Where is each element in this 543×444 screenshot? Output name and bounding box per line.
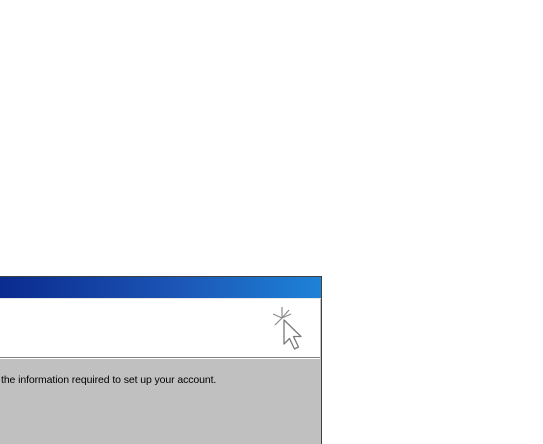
setup-wizard-window: the information required to set up your … [0, 276, 322, 444]
wizard-header-panel [0, 299, 320, 358]
title-bar[interactable] [0, 277, 321, 299]
wizard-body-panel: the information required to set up your … [0, 359, 320, 444]
desktop-background: the information required to set up your … [0, 0, 543, 444]
instruction-text: the information required to set up your … [1, 374, 217, 386]
pointer-click-icon [270, 304, 310, 354]
